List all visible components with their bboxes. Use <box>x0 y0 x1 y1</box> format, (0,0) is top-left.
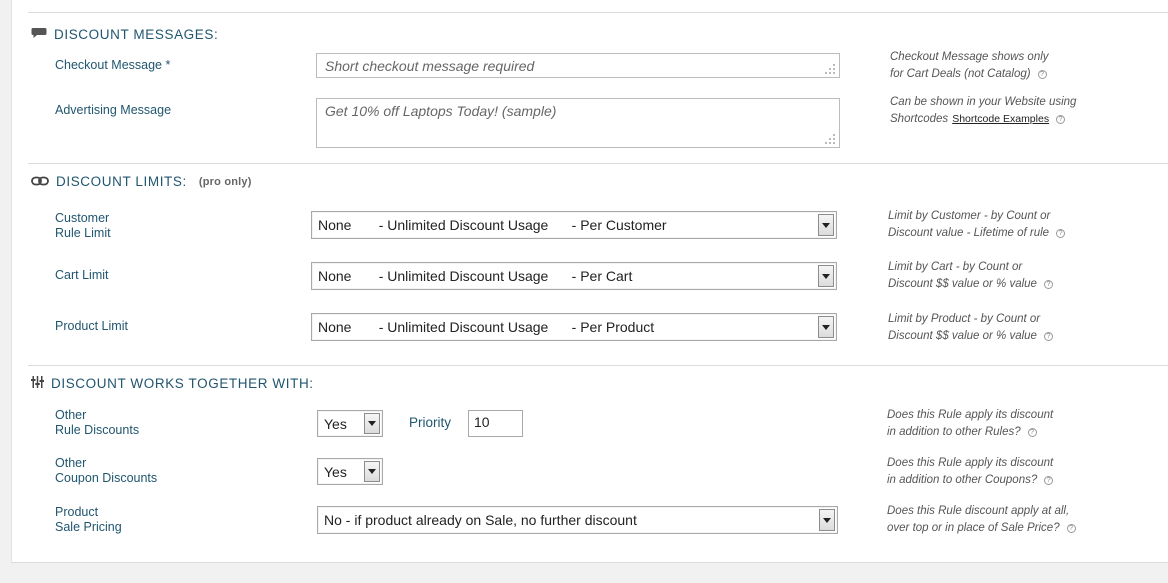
cart-limit-select[interactable]: None - Unlimited Discount Usage - Per Ca… <box>311 262 837 290</box>
advertising-message-label: Advertising Message <box>55 103 172 117</box>
other-rule-discounts-help: Does this Rule apply its discount in add… <box>887 409 1054 438</box>
resize-grip-icon[interactable] <box>825 64 835 74</box>
section-title-together: DISCOUNT WORKS TOGETHER WITH: <box>31 376 314 391</box>
dropdown-arrow-icon[interactable] <box>364 413 380 434</box>
other-rule-discounts-value: Yes <box>324 415 347 432</box>
dropdown-arrow-icon[interactable] <box>818 214 834 236</box>
sliders-icon <box>31 376 44 391</box>
cart-limit-label: Cart Limit <box>55 268 109 282</box>
other-coupon-discounts-help: Does this Rule apply its discount in add… <box>887 457 1054 486</box>
advertising-message-help: Can be shown in your Website using Short… <box>890 96 1077 125</box>
resize-grip-icon[interactable] <box>825 134 835 144</box>
section-title-together-text: DISCOUNT WORKS TOGETHER WITH: <box>51 376 314 391</box>
checkout-message-label: Checkout Message * <box>55 58 171 72</box>
help-icon[interactable]: ? <box>1044 476 1054 485</box>
help-icon[interactable]: ? <box>1056 229 1066 238</box>
chain-link-icon <box>31 174 49 189</box>
dropdown-arrow-icon[interactable] <box>364 461 380 482</box>
divider-messages <box>28 163 1168 164</box>
divider-top <box>28 12 1168 13</box>
product-sale-pricing-select[interactable]: No - if product already on Sale, no furt… <box>317 506 838 534</box>
divider-limits <box>28 365 1168 366</box>
section-title-messages: DISCOUNT MESSAGES: <box>31 27 218 42</box>
other-coupon-discounts-value: Yes <box>324 463 347 480</box>
product-sale-pricing-label: Product Sale Pricing <box>55 505 122 534</box>
help-icon[interactable]: ? <box>1027 428 1037 437</box>
advertising-message-textarea[interactable]: Get 10% off Laptops Today! (sample) <box>316 98 840 148</box>
customer-rule-limit-help: Limit by Customer - by Count or Discount… <box>888 208 1066 242</box>
checkout-message-placeholder: Short checkout message required <box>325 58 535 74</box>
customer-rule-limit-select[interactable]: None - Unlimited Discount Usage - Per Cu… <box>311 211 837 239</box>
other-rule-discounts-select[interactable]: Yes <box>317 410 383 437</box>
help-icon[interactable]: ? <box>1066 524 1076 533</box>
dropdown-arrow-icon[interactable] <box>818 316 834 338</box>
other-coupon-discounts-select[interactable]: Yes <box>317 458 383 485</box>
section-title-limits-text: DISCOUNT LIMITS: <box>56 174 187 189</box>
advertising-message-placeholder: Get 10% off Laptops Today! (sample) <box>325 103 557 119</box>
help-icon[interactable]: ? <box>1043 280 1053 289</box>
checkout-message-help: Checkout Message shows only for Cart Dea… <box>890 51 1049 80</box>
help-icon[interactable]: ? <box>1043 332 1053 341</box>
other-rule-discounts-label: Other Rule Discounts <box>55 408 140 437</box>
product-sale-pricing-value: No - if product already on Sale, no furt… <box>324 512 637 528</box>
product-sale-pricing-help: Does this Rule discount apply at all, ov… <box>887 503 1076 537</box>
priority-label: Priority <box>409 415 452 430</box>
cart-limit-value: None - Unlimited Discount Usage - Per Ca… <box>318 268 633 284</box>
priority-input[interactable]: 10 <box>468 410 523 437</box>
customer-rule-limit-value: None - Unlimited Discount Usage - Per Cu… <box>318 217 667 233</box>
pro-only-badge: (pro only) <box>198 175 252 188</box>
product-limit-value: None - Unlimited Discount Usage - Per Pr… <box>318 319 655 335</box>
section-title-limits: DISCOUNT LIMITS: (pro only) <box>31 174 252 189</box>
help-icon[interactable]: ? <box>1037 70 1047 79</box>
speech-bubble-icon <box>31 27 47 42</box>
product-limit-label: Product Limit <box>55 319 128 333</box>
other-coupon-discounts-label: Other Coupon Discounts <box>55 456 158 485</box>
dropdown-arrow-icon[interactable] <box>819 509 835 531</box>
help-icon[interactable]: ? <box>1056 115 1066 124</box>
section-title-messages-text: DISCOUNT MESSAGES: <box>54 27 219 42</box>
customer-rule-limit-label: Customer Rule Limit <box>55 211 111 240</box>
product-limit-select[interactable]: None - Unlimited Discount Usage - Per Pr… <box>311 313 837 341</box>
cart-limit-help: Limit by Cart - by Count or Discount $$ … <box>888 259 1053 293</box>
dropdown-arrow-icon[interactable] <box>818 265 834 287</box>
product-limit-help: Limit by Product - by Count or Discount … <box>888 311 1053 345</box>
checkout-message-input[interactable]: Short checkout message required <box>316 53 840 78</box>
shortcode-examples-link[interactable]: Shortcode Examples <box>952 113 1049 125</box>
